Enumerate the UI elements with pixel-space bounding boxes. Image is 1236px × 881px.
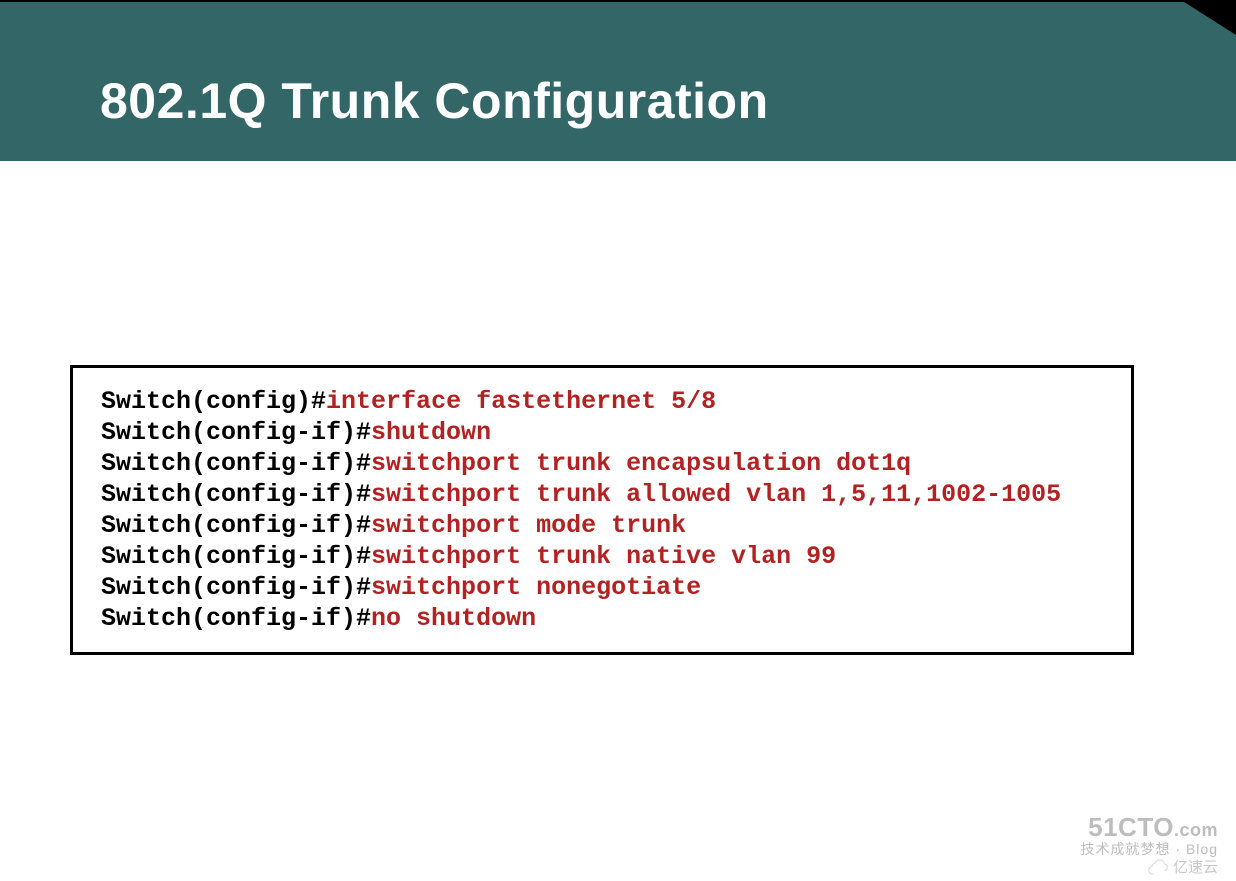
cli-line: Switch(config-if)#switchport trunk encap… [101, 448, 1131, 479]
watermark-51cto-dot: .com [1174, 820, 1218, 840]
cli-command: switchport trunk allowed vlan 1,5,11,100… [371, 480, 1061, 509]
cli-prompt: Switch(config)# [101, 387, 326, 416]
cli-line: Switch(config)#interface fastethernet 5/… [101, 386, 1131, 417]
cli-prompt: Switch(config-if)# [101, 449, 371, 478]
cli-line: Switch(config-if)#switchport mode trunk [101, 510, 1131, 541]
cli-line: Switch(config-if)#switchport nonegotiate [101, 572, 1131, 603]
watermark-51cto: 51CTO.com 技术成就梦想 · Blog [1081, 814, 1218, 856]
cli-prompt: Switch(config-if)# [101, 573, 371, 602]
cli-command: switchport trunk encapsulation dot1q [371, 449, 911, 478]
cli-prompt: Switch(config-if)# [101, 542, 371, 571]
cli-command: no shutdown [371, 604, 536, 633]
cli-command: switchport trunk native vlan 99 [371, 542, 836, 571]
cli-command: interface fastethernet 5/8 [326, 387, 716, 416]
watermark-51cto-main: 51CTO [1088, 812, 1174, 842]
cli-line: Switch(config-if)#switchport trunk allow… [101, 479, 1131, 510]
cli-command: shutdown [371, 418, 491, 447]
cli-prompt: Switch(config-if)# [101, 480, 371, 509]
watermark-yisu-text: 亿速云 [1173, 856, 1218, 877]
corner-decoration [1181, 0, 1236, 35]
watermark-51cto-sub: 技术成就梦想 · Blog [1081, 842, 1218, 856]
cli-line: Switch(config-if)#shutdown [101, 417, 1131, 448]
watermark-yisu: 亿速云 [1148, 856, 1218, 877]
slide-header: 802.1Q Trunk Configuration [0, 0, 1236, 161]
cli-config-box: Switch(config)#interface fastethernet 5/… [70, 365, 1134, 655]
cli-prompt: Switch(config-if)# [101, 418, 371, 447]
cli-command: switchport nonegotiate [371, 573, 701, 602]
cli-prompt: Switch(config-if)# [101, 511, 371, 540]
cli-prompt: Switch(config-if)# [101, 604, 371, 633]
cli-command: switchport mode trunk [371, 511, 686, 540]
slide-title: 802.1Q Trunk Configuration [100, 72, 769, 130]
cli-line: Switch(config-if)#switchport trunk nativ… [101, 541, 1131, 572]
cli-line: Switch(config-if)#no shutdown [101, 603, 1131, 634]
cloud-icon [1148, 859, 1170, 875]
